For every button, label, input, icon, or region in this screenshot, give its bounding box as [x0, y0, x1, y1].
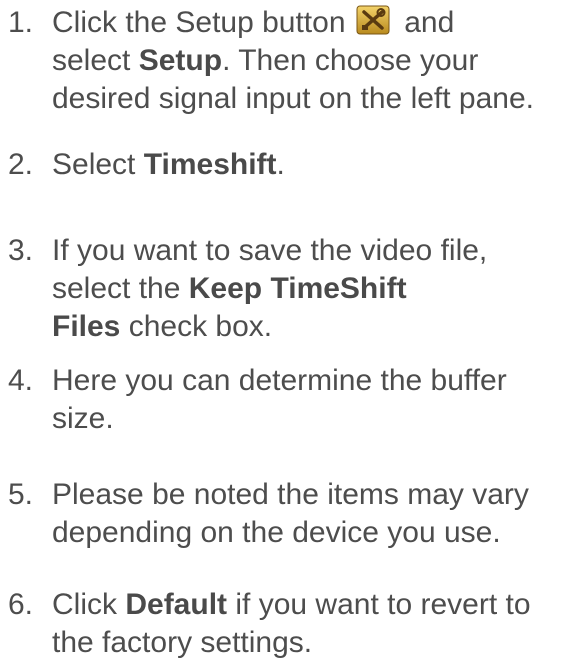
- step-number: 6.: [8, 588, 34, 621]
- step-number: 4.: [8, 364, 34, 397]
- step-6-text-part: if you want to revert to: [227, 588, 531, 621]
- step-1-text-part: . Then choose your: [222, 44, 479, 77]
- setup-tools-icon: [356, 5, 390, 35]
- step-text: Select Timeshift.: [52, 146, 574, 184]
- step-6-text-part: the factory settings.: [52, 626, 313, 659]
- timeshift-keyword: Timeshift: [143, 148, 277, 181]
- step-1-text-part: Click the Setup button: [52, 6, 346, 39]
- step-text: Click the Setup button and select Setup.…: [52, 4, 574, 118]
- step-text: If you want to save the video file, sele…: [52, 232, 574, 346]
- step-2-text-part: Select: [52, 148, 144, 181]
- step-number: 3.: [8, 234, 34, 267]
- step-text: Click Default if you want to revert to t…: [52, 586, 574, 662]
- step-1-text-part: desired signal input on the left pane.: [52, 82, 535, 115]
- step-6-text-part: Click: [52, 588, 126, 621]
- setup-keyword: Setup: [138, 44, 223, 77]
- step-5-text-part: depending on the device you use.: [52, 516, 501, 549]
- step-4-text-part: size.: [52, 402, 114, 435]
- step-number: 1.: [8, 6, 34, 39]
- step-3-text-part: If you want to save the video file,: [52, 234, 488, 267]
- step-1-text-part: and: [404, 6, 455, 39]
- step-3-text-part: check box.: [120, 310, 273, 343]
- step-number: 5.: [8, 478, 34, 511]
- step-4-text-part: Here you can determine the buffer: [52, 364, 507, 397]
- step-text: Here you can determine the buffer size.: [52, 362, 574, 438]
- step-3-text-part: select the: [52, 272, 189, 305]
- files-keyword: Files: [52, 310, 121, 343]
- keep-timeshift-keyword: Keep TimeShift: [188, 272, 407, 305]
- step-1-text-part: select: [52, 44, 139, 77]
- step-2-text-part: .: [276, 148, 285, 181]
- default-keyword: Default: [125, 588, 228, 621]
- step-number: 2.: [8, 148, 34, 181]
- step-5-text-part: Please be noted the items may vary: [52, 478, 529, 511]
- step-text: Please be noted the items may vary depen…: [52, 476, 574, 552]
